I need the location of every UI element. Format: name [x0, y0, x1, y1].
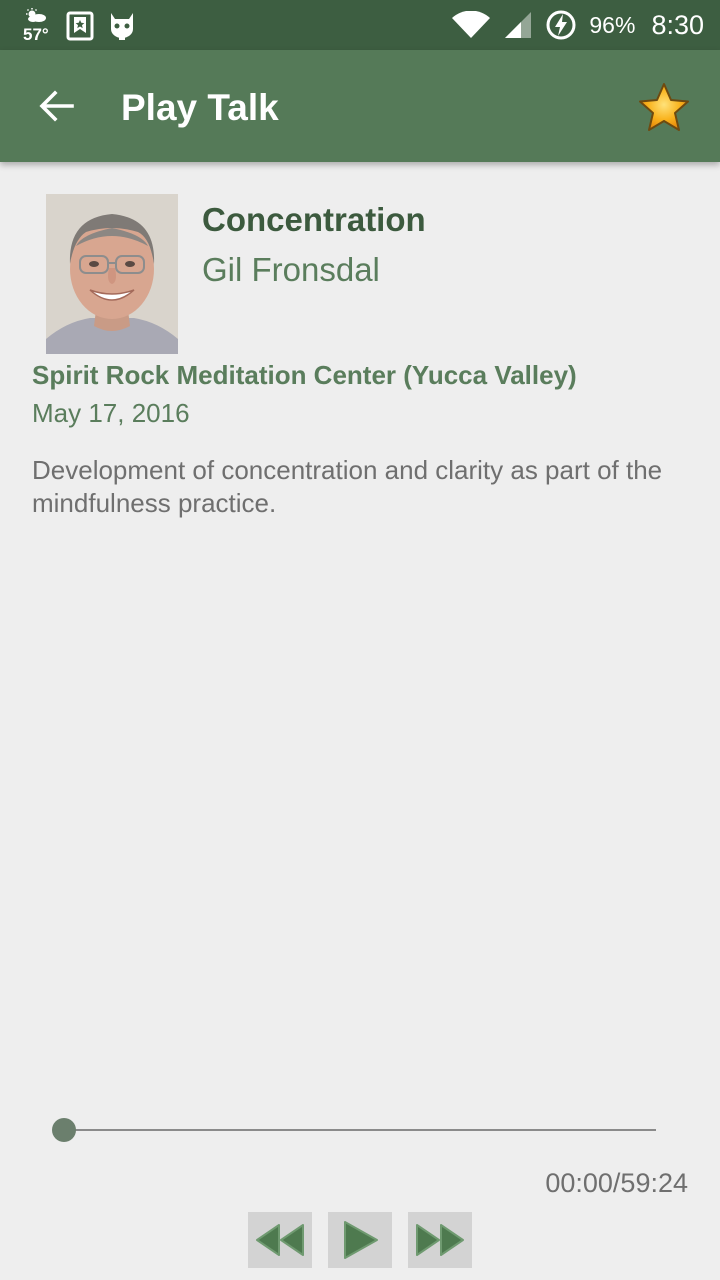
bookmark-app-icon: [66, 11, 94, 41]
weather-icon: 57°: [20, 6, 52, 46]
play-icon: [344, 1221, 378, 1259]
play-button[interactable]: [328, 1212, 392, 1268]
cyanogen-mascot-icon: [111, 13, 133, 40]
playback-controls: [248, 1212, 472, 1268]
rewind-button[interactable]: [248, 1212, 312, 1268]
temperature-text: 57°: [23, 25, 49, 44]
talk-description: Development of concentration and clarity…: [32, 455, 663, 518]
star-icon: [639, 83, 689, 131]
signal-icon: [505, 12, 532, 38]
fast-forward-icon: [416, 1224, 464, 1256]
seek-thumb[interactable]: [52, 1118, 76, 1142]
speaker-name: Gil Fronsdal: [202, 251, 380, 288]
venue-label: Spirit Rock Meditation Center (Yucca Val…: [32, 360, 577, 390]
speaker-photo: [46, 194, 178, 354]
clock: 8:30: [651, 9, 704, 40]
fast-forward-button[interactable]: [408, 1212, 472, 1268]
back-button[interactable]: [28, 78, 84, 134]
battery-percent: 96%: [589, 11, 636, 38]
app-bar: Play Talk: [0, 50, 720, 162]
wifi-icon: [452, 11, 491, 38]
rewind-icon: [256, 1224, 304, 1256]
talk-title: Concentration: [202, 201, 426, 238]
battery-charging-icon: [546, 10, 576, 40]
time-readout: 00:00/59:24: [545, 1168, 688, 1198]
talk-date: May 17, 2016: [32, 398, 190, 428]
favorite-button[interactable]: [634, 78, 694, 138]
seek-bar[interactable]: [64, 1129, 656, 1131]
status-bar: 57° 96% 8:30: [0, 0, 720, 50]
back-arrow-icon: [39, 90, 74, 122]
page-title: Play Talk: [121, 87, 279, 128]
